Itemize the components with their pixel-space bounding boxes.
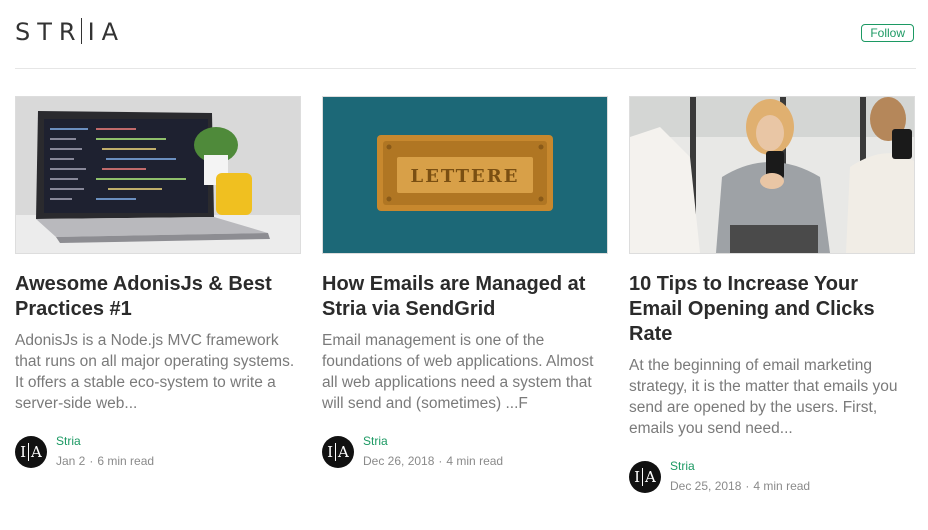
post-meta: Dec 25, 2018 · 4 min read: [670, 479, 810, 493]
post-excerpt: Email management is one of the foundatio…: [322, 332, 594, 412]
follow-button[interactable]: Follow: [861, 24, 914, 42]
post-author: IA Stria Jan 2 · 6 min read: [15, 434, 301, 472]
post-title[interactable]: Awesome AdonisJs & Best Practices #1: [15, 272, 301, 322]
post-image-mail-slot[interactable]: LETTERE: [322, 96, 608, 254]
site-header: STR IA Follow: [15, 0, 916, 69]
author-name[interactable]: Stria: [670, 459, 695, 473]
read-time: 4 min read: [753, 479, 811, 493]
logo-divider: [80, 18, 82, 44]
logo-left-text: STR: [15, 18, 83, 46]
post-excerpt: AdonisJs is a Node.js MVC framework that…: [15, 332, 295, 412]
post-excerpt: At the beginning of email marketing stra…: [629, 357, 898, 437]
laptop-illustration: [16, 97, 300, 253]
post-author: IA Stria Dec 26, 2018 · 4 min read: [322, 434, 608, 472]
post-card[interactable]: 10 Tips to Increase Your Email Opening a…: [629, 96, 915, 497]
author-name[interactable]: Stria: [363, 434, 388, 448]
post-image-laptop[interactable]: [15, 96, 301, 254]
meta-separator: ·: [438, 454, 443, 468]
logo-right-text: IA: [87, 18, 126, 46]
post-image-people-phones[interactable]: [629, 96, 915, 254]
author-avatar[interactable]: IA: [15, 436, 47, 468]
author-avatar[interactable]: IA: [322, 436, 354, 468]
avatar-divider: [335, 443, 337, 461]
avatar-divider: [28, 443, 30, 461]
post-card[interactable]: Awesome AdonisJs & Best Practices #1 Ado…: [15, 96, 301, 472]
stria-logo[interactable]: STR IA: [15, 18, 125, 46]
post-meta: Jan 2 · 6 min read: [56, 454, 154, 468]
post-date: Dec 26, 2018: [363, 454, 435, 468]
avatar-left: I: [20, 443, 27, 461]
author-name[interactable]: Stria: [56, 434, 81, 448]
post-title[interactable]: 10 Tips to Increase Your Email Opening a…: [629, 272, 915, 347]
avatar-divider: [642, 468, 644, 486]
people-phones-illustration: [630, 97, 914, 253]
mail-slot-illustration: LETTERE: [323, 97, 607, 253]
avatar-right: A: [31, 443, 42, 461]
post-date: Dec 25, 2018: [670, 479, 742, 493]
meta-separator: ·: [89, 454, 94, 468]
post-author: IA Stria Dec 25, 2018 · 4 min read: [629, 459, 915, 497]
post-card[interactable]: LETTERE How Emails are Managed at Stria …: [322, 96, 608, 472]
read-time: 4 min read: [446, 454, 504, 468]
plate-text: LETTERE: [411, 166, 520, 187]
avatar-left: I: [634, 468, 641, 486]
avatar-right: A: [645, 468, 656, 486]
avatar-right: A: [338, 443, 349, 461]
read-time: 6 min read: [97, 454, 155, 468]
author-avatar[interactable]: IA: [629, 461, 661, 493]
post-date: Jan 2: [56, 454, 86, 468]
post-meta: Dec 26, 2018 · 4 min read: [363, 454, 503, 468]
avatar-left: I: [327, 443, 334, 461]
meta-separator: ·: [745, 479, 750, 493]
post-title[interactable]: How Emails are Managed at Stria via Send…: [322, 272, 608, 322]
